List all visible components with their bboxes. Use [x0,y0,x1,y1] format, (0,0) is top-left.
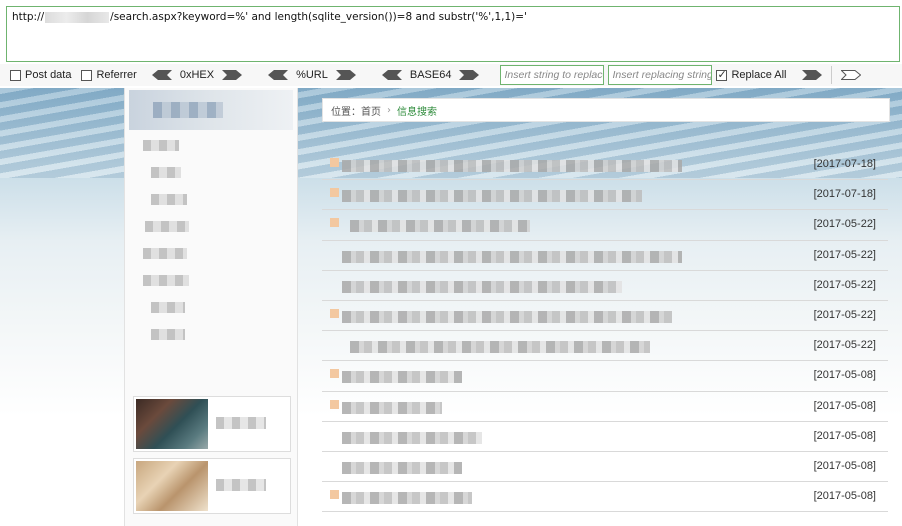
bullet-icon [330,369,339,379]
bullet-icon [330,188,339,198]
replacing-input[interactable]: Insert replacing string [608,65,713,85]
replace-input[interactable]: Insert string to replace [500,65,605,85]
bullet-icon [330,158,339,167]
result-date: [2017-05-08] [813,429,876,442]
web-page: 位置：首页 › 信息搜索 [2017-07-18] [2017-07-18] [20… [0,88,902,526]
result-row[interactable]: [2017-05-22] [322,271,888,301]
search-results-list: [2017-07-18] [2017-07-18] [2017-05-22] [201… [322,150,888,513]
url-label: %URL [296,69,328,81]
result-date: [2017-05-08] [813,459,876,472]
url-textarea[interactable]: http:// /search.aspx?keyword=%' and lengt… [6,6,900,62]
result-date: [2017-05-22] [813,339,876,352]
breadcrumb-current: 信息搜索 [397,106,437,118]
chevron-right-icon: › [387,104,391,116]
base64-encode-arrow-icon[interactable] [459,70,480,80]
result-title-redacted[interactable] [350,341,650,354]
result-row[interactable]: [2017-05-08] [322,361,888,392]
hex-decode-arrow-icon[interactable] [151,70,172,80]
result-row[interactable]: [2017-05-22] [322,331,888,362]
result-row[interactable]: [2017-07-18] [322,150,888,181]
result-title-redacted[interactable] [342,250,682,263]
sidebar-item[interactable] [125,186,297,213]
hex-label: 0xHEX [179,69,215,81]
result-title-redacted[interactable] [342,401,442,414]
result-row[interactable]: [2017-05-22] [322,241,888,271]
result-title-redacted[interactable] [342,371,462,384]
result-row[interactable]: [2017-07-18] [322,180,888,211]
replace-run-arrow-icon[interactable] [801,70,822,80]
base64-encoder: BASE64 [377,69,485,81]
result-title-redacted[interactable] [342,190,642,203]
hex-encode-arrow-icon[interactable] [222,70,243,80]
redacted-host [45,11,110,23]
base64-decode-arrow-icon[interactable] [381,70,402,80]
thumbnail-image [136,461,208,511]
result-title-redacted[interactable] [342,160,682,172]
url-encoder: %URL [263,69,361,81]
result-title-redacted[interactable] [342,280,622,293]
result-date: [2017-05-08] [813,490,876,503]
replace-run-outline-arrow-icon[interactable] [840,70,861,80]
result-row[interactable]: [2017-05-08] [322,392,888,422]
sidebar-thumbnail[interactable] [133,396,291,452]
replace-all-label: Replace All [731,69,787,81]
sidebar-thumbnail[interactable] [133,458,291,514]
breadcrumb: 位置：首页 › 信息搜索 [322,98,890,122]
hex-encoder: 0xHEX [147,69,247,81]
replace-all-box[interactable] [716,68,728,81]
sidebar-header [129,90,293,130]
sidebar-item[interactable] [125,213,297,240]
result-row[interactable]: [2017-05-08] [322,482,888,513]
thumbnail-image [136,399,208,449]
post-data-checkbox[interactable]: Post data [10,69,71,81]
sidebar-item[interactable] [125,240,297,267]
result-title-redacted[interactable] [342,310,672,323]
url-prefix: http:// [12,11,45,23]
url-decode-arrow-icon[interactable] [268,70,289,80]
bullet-icon [330,399,339,409]
sidebar-item[interactable] [125,321,297,348]
result-title-redacted[interactable] [342,431,482,444]
result-date: [2017-05-22] [813,278,876,291]
result-row[interactable]: [2017-05-08] [322,422,888,452]
result-date: [2017-05-22] [813,308,876,321]
breadcrumb-home[interactable]: 位置：首页 [331,103,381,118]
result-row[interactable]: [2017-05-08] [322,452,888,483]
result-row[interactable]: [2017-05-22] [322,210,888,241]
bullet-icon [330,490,339,500]
result-date: [2017-05-08] [813,369,876,382]
result-date: [2017-07-18] [813,188,876,201]
hackbar-toolbar: Post data Referrer 0xHEX %URL BASE64 Ins… [0,64,902,86]
url-encode-arrow-icon[interactable] [335,70,356,80]
post-data-box[interactable] [10,69,21,81]
sidebar-item[interactable] [125,132,297,159]
result-title-redacted[interactable] [342,492,472,505]
post-data-label: Post data [25,69,72,81]
result-date: [2017-05-08] [813,399,876,412]
referrer-box[interactable] [81,69,93,81]
referrer-label: Referrer [96,69,137,81]
sidebar-item[interactable] [125,294,297,321]
sidebar-item[interactable] [125,267,297,294]
thumbnail-caption [216,417,266,429]
result-title-redacted[interactable] [350,220,530,233]
result-row[interactable]: [2017-05-22] [322,301,888,332]
thumbnail-caption [216,479,266,491]
main-content: 位置：首页 › 信息搜索 [2017-07-18] [2017-07-18] [20… [322,98,890,513]
result-date: [2017-07-18] [813,158,876,170]
url-path: /search.aspx?keyword=%' and length(sqlit… [110,11,527,23]
bullet-icon [330,308,339,318]
bullet-icon [330,218,339,228]
sidebar-item[interactable] [125,159,297,186]
replace-all-checkbox[interactable]: Replace All [716,68,787,81]
referrer-checkbox[interactable]: Referrer [81,69,137,81]
result-date: [2017-05-22] [813,218,876,231]
result-title-redacted[interactable] [342,461,462,474]
base64-label: BASE64 [409,69,452,81]
toolbar-divider [830,66,832,84]
result-date: [2017-05-22] [813,248,876,261]
sidebar [124,88,298,526]
